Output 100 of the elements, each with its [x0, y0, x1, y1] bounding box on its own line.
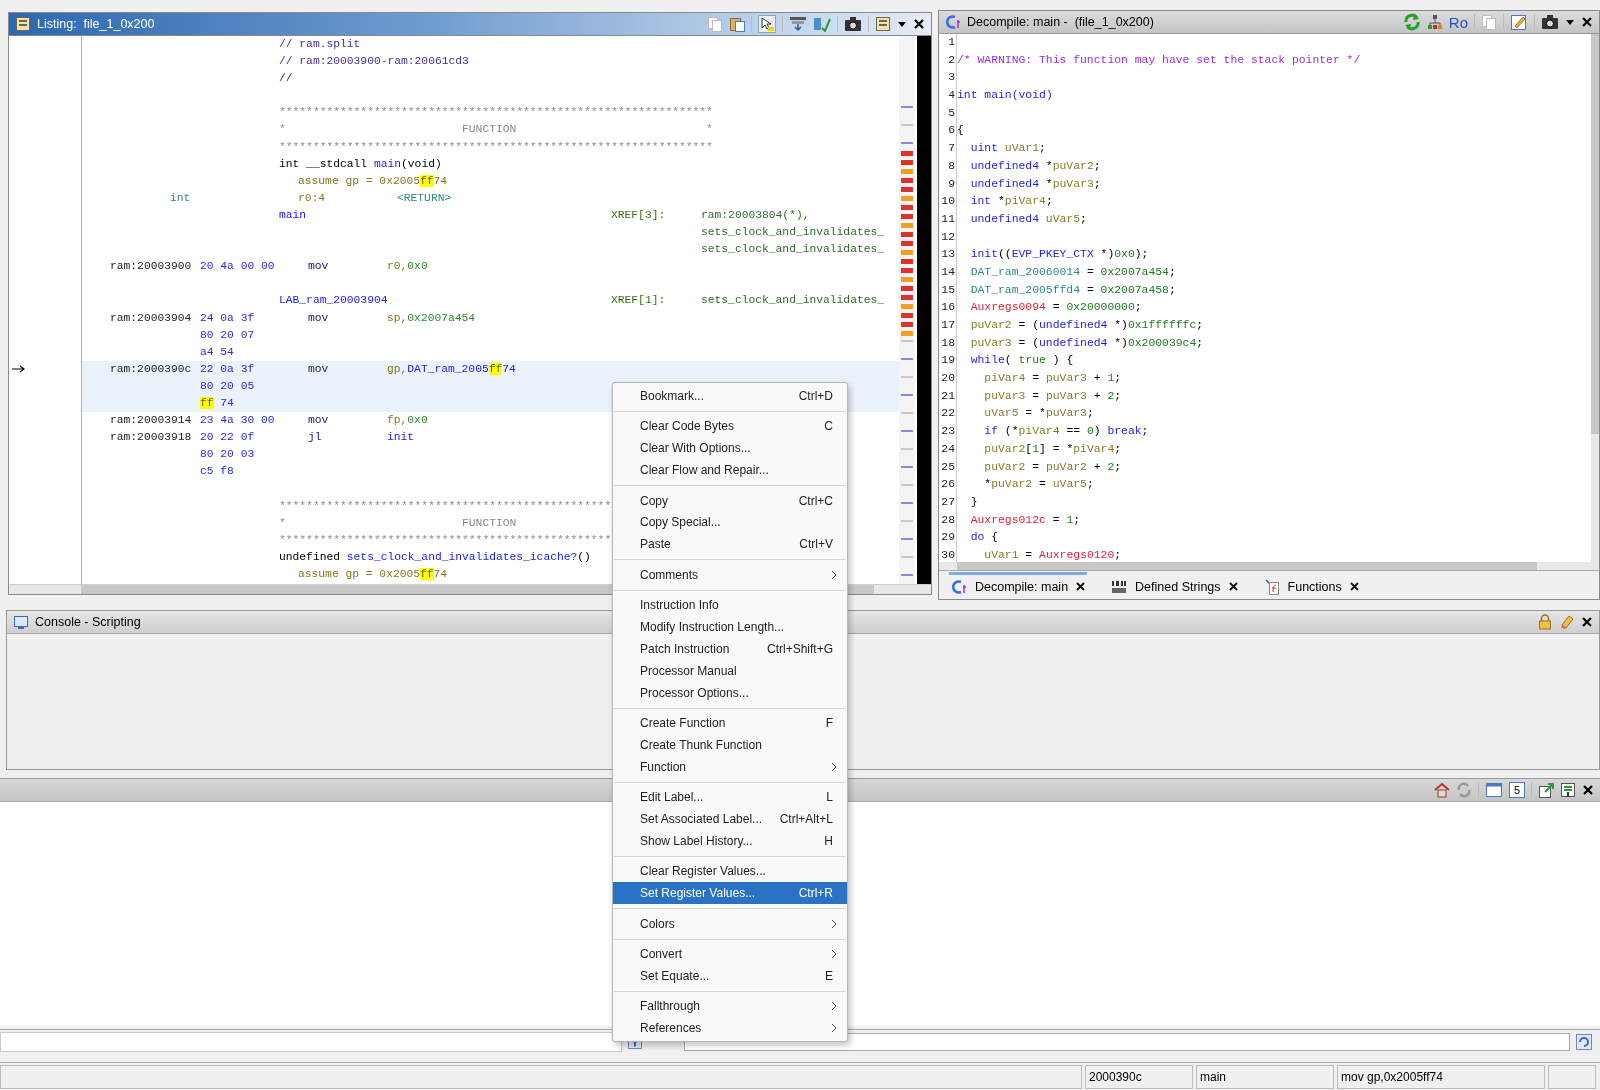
code-line: int main(void): [957, 88, 1053, 104]
menu-item[interactable]: Clear With Options...: [613, 437, 847, 460]
operand-text: fp,0x0: [387, 413, 428, 429]
menu-item[interactable]: Set Register Values... Ctrl+R: [613, 882, 847, 905]
xref-target[interactable]: sets_clock_and_invalidates_: [701, 241, 885, 259]
filter-field[interactable]: [684, 1033, 1570, 1051]
line-number: 26: [940, 477, 955, 493]
listing-text: ****************************************************************: [279, 139, 713, 155]
caret-icon[interactable]: [1565, 17, 1575, 27]
line-number: 14: [940, 264, 955, 280]
import-icon[interactable]: [1560, 782, 1576, 798]
menu-item[interactable]: Clear Code Bytes C: [613, 415, 847, 438]
menu-item[interactable]: Copy Ctrl+C: [613, 489, 847, 512]
menu-item[interactable]: Set Equate... E: [613, 965, 847, 987]
close-icon[interactable]: [1581, 616, 1593, 628]
menu-item[interactable]: Modify Instruction Length...: [613, 616, 847, 638]
toolbar-label[interactable]: Ro: [1448, 13, 1468, 31]
window-icon[interactable]: [1484, 782, 1503, 798]
menu-item[interactable]: Clear Register Values...: [613, 860, 847, 883]
close-icon[interactable]: [1581, 16, 1593, 28]
menu-item[interactable]: Colors: [613, 912, 847, 935]
mnemonic-text: mov: [308, 413, 329, 429]
xref-target[interactable]: ram:20003804(*),: [701, 206, 810, 225]
status-field: [1548, 1065, 1596, 1089]
menu-item[interactable]: Instruction Info: [613, 594, 847, 616]
tree-icon[interactable]: [1426, 14, 1443, 30]
close-icon[interactable]: [1228, 582, 1238, 591]
line-number: 24: [940, 441, 955, 457]
mnemonic-text: mov: [308, 310, 329, 326]
panel-tab[interactable]: Decompile: main: [949, 571, 1088, 599]
cursor-arrow-icon: [12, 365, 26, 374]
menu-item[interactable]: Comments: [613, 563, 847, 586]
line-number: 22: [940, 406, 955, 422]
menu-item[interactable]: Processor Manual: [613, 659, 847, 682]
line-number: 13: [940, 247, 955, 263]
menu-item[interactable]: Create Thunk Function: [613, 733, 847, 756]
menu-item[interactable]: References: [613, 1017, 847, 1040]
menu-item[interactable]: Clear Flow and Repair...: [613, 459, 847, 482]
menu-item[interactable]: Bookmark... Ctrl+D: [613, 385, 847, 407]
close-icon[interactable]: [1582, 784, 1594, 796]
eraser-icon[interactable]: [1559, 614, 1575, 630]
menu-item[interactable]: Show Label History... H: [613, 830, 847, 852]
line-number: 11: [940, 211, 955, 227]
line-number: 18: [940, 335, 955, 351]
export-icon[interactable]: [1538, 782, 1554, 798]
line-number: 29: [940, 530, 955, 546]
xref-target[interactable]: sets_clock_and_invalidates_: [701, 224, 885, 242]
menu-item[interactable]: Fallthrough: [613, 995, 847, 1018]
scrollbar-thumb[interactable]: [957, 562, 1537, 570]
code-line: undefined4 uVar5;: [969, 211, 1087, 227]
menu-item[interactable]: Paste Ctrl+V: [613, 533, 847, 556]
camera-icon[interactable]: [1541, 14, 1559, 30]
listing-text: * FUNCTION: [279, 515, 517, 531]
bytes-text: ff 74: [200, 395, 234, 411]
panel-tab[interactable]: Defined Strings: [1109, 571, 1240, 599]
close-icon[interactable]: [1349, 582, 1359, 591]
menu-item[interactable]: Patch Instruction Ctrl+Shift+G: [613, 637, 847, 660]
lock-icon[interactable]: [1537, 614, 1553, 630]
status-field: mov gp,0x2005ff74: [1337, 1065, 1545, 1089]
menu-item[interactable]: Create Function F: [613, 712, 847, 734]
code-line: DAT_ram_2005ffd4 = 0x2007a458;: [969, 282, 1176, 298]
code-line: int *piVar4;: [969, 194, 1053, 210]
line-number: 5: [947, 105, 955, 121]
close-icon[interactable]: [1076, 582, 1086, 591]
panel-tab[interactable]: Functions: [1261, 571, 1361, 599]
diff-icon[interactable]: [813, 16, 831, 32]
scrollbar-thumb[interactable]: [1591, 34, 1599, 434]
home-icon[interactable]: [1433, 782, 1450, 798]
edit-icon[interactable]: [1510, 13, 1528, 31]
console-icon: [13, 615, 29, 629]
cursor-icon[interactable]: [758, 15, 776, 33]
camera-icon[interactable]: [844, 16, 862, 32]
data-icon: [1111, 578, 1128, 595]
code-line: uVar5 = *puVar3;: [983, 406, 1094, 422]
paste-icon[interactable]: [729, 16, 745, 32]
menu-item[interactable]: Function: [613, 755, 847, 778]
menu-item[interactable]: Convert: [613, 943, 847, 965]
clear-filter-icon[interactable]: [1576, 1034, 1592, 1050]
menu-item[interactable]: Processor Options...: [613, 681, 847, 704]
close-icon[interactable]: [913, 18, 925, 30]
code-line: *puVar2 = uVar5;: [983, 477, 1094, 493]
menu-item[interactable]: Copy Special...: [613, 511, 847, 534]
listing-text: * FUNCTION *: [279, 122, 713, 138]
menu-item[interactable]: Set Associated Label... Ctrl+Alt+L: [613, 808, 847, 831]
code-line: piVar4 = puVar3 + 1;: [983, 371, 1122, 387]
code-line: puVar2 = (undefined4 *)0x1ffffffc;: [969, 318, 1204, 333]
line-number: 8: [947, 158, 955, 174]
line-number: 23: [940, 424, 955, 440]
panel-title: Console - Scripting: [35, 615, 141, 629]
code-line: do {: [969, 530, 998, 546]
menu-item[interactable]: Edit Label... L: [613, 786, 847, 809]
panel-icon[interactable]: [875, 16, 891, 32]
line-number: 28: [940, 512, 955, 528]
listing-text: LAB_ram_20003904: [279, 293, 388, 309]
navigation-icon[interactable]: [789, 16, 807, 32]
functions-icon: [1263, 578, 1280, 595]
xref-target[interactable]: sets_clock_and_invalidates_: [701, 292, 885, 310]
caret-icon[interactable]: [897, 19, 907, 29]
code-line: while( true ) {: [969, 353, 1074, 369]
operand-text: sp,0x2007a454: [387, 310, 476, 326]
